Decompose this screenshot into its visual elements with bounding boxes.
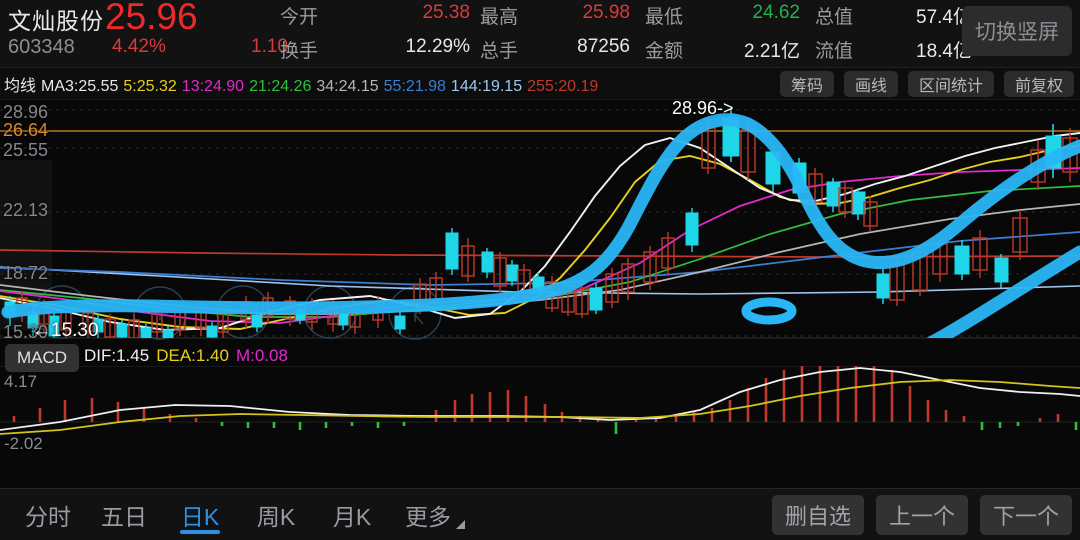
stat-label-open: 今开 — [280, 7, 319, 28]
action-buttons: 删自选 上一个 下一个 — [772, 495, 1072, 535]
stat-label-amount: 金额 — [645, 41, 684, 62]
stat-value-high: 25.98 — [582, 2, 630, 23]
period-tabs: 分时 五日 日K 周K 月K 更多 — [10, 489, 466, 540]
stat-label-low: 最低 — [645, 7, 684, 28]
price-axis-label-ref: 26.64 — [3, 120, 49, 140]
macd-dea-value: DEA:1.40 — [156, 346, 229, 365]
tab-intraday-label: 分时 — [25, 504, 71, 530]
low-annotation: ←15.30 — [32, 320, 99, 341]
last-price: 25.96 — [105, 0, 198, 37]
ma-entry-ma34: 34:24.15 — [316, 78, 379, 95]
tab-more-label: 更多 — [405, 504, 451, 530]
ma-entry-ma144: 144:19.15 — [450, 78, 523, 95]
macd-pane — [0, 366, 1080, 435]
tab-monthly-k-label: 月K — [332, 504, 372, 530]
tab-monthly-k[interactable]: 月K — [314, 489, 390, 540]
stat-value-amount: 2.21亿 — [744, 41, 800, 62]
tab-daily-k-label: 日K — [180, 504, 220, 530]
peak-annotation: 28.96-> — [672, 100, 734, 118]
triangle-corner-icon — [456, 520, 465, 529]
macd-min-label: -2.02 — [4, 434, 43, 453]
price-axis-label-low2: 18.72 — [3, 263, 49, 283]
chart-tool-buttons: 筹码 画线 区间统计 前复权 — [779, 71, 1074, 97]
kline-chart[interactable]: 28.96 26.64 25.55 22.13 18.72 15.30 28.9… — [0, 100, 1080, 490]
stock-name: 文灿股份 — [8, 8, 104, 34]
macd-dif-value: DIF:1.45 — [84, 346, 150, 365]
stat-value-marketcap: 57.4亿 — [916, 7, 972, 28]
ma-bar-title: 均线 — [4, 78, 37, 95]
macd-max-label: 4.17 — [4, 372, 38, 391]
change-value: 1.10 — [251, 36, 288, 57]
stat-label-marketcap: 总值 — [815, 7, 854, 28]
next-stock-button[interactable]: 下一个 — [980, 495, 1072, 535]
quote-header: 文灿股份 603348 25.96 4.42% 1.10 今开 25.38 最高… — [0, 0, 1080, 68]
stat-value-floatcap: 18.4亿 — [916, 41, 972, 62]
change-percent: 4.42% — [112, 36, 166, 57]
tab-weekly-k-label: 周K — [256, 504, 296, 530]
range-stats-button[interactable]: 区间统计 — [907, 71, 994, 97]
ma-entry-ma3: MA3:25.55 — [41, 78, 119, 95]
stat-label-turnover: 换手 — [280, 41, 319, 62]
tab-weekly-k[interactable]: 周K — [238, 489, 314, 540]
stock-chart-app: 文灿股份 603348 25.96 4.42% 1.10 今开 25.38 最高… — [0, 0, 1080, 540]
price-axis-label-ma3: 25.55 — [3, 140, 49, 160]
macd-values: DIF:1.45 DEA:1.40 M:0.08 — [84, 346, 295, 366]
ma-entry-ma255: 255:20.19 — [527, 78, 599, 95]
ma-entry-ma13: 13:24.90 — [181, 78, 245, 95]
stat-label-volume: 总手 — [480, 41, 519, 62]
tab-intraday[interactable]: 分时 — [10, 489, 86, 540]
stock-code: 603348 — [8, 36, 75, 58]
ma-values: 均线 MA3:25.55 5:25.32 13:24.90 21:24.26 34:24.… — [4, 72, 603, 96]
ma-entry-ma21: 21:24.26 — [249, 78, 312, 95]
chips-button[interactable]: 筹码 — [779, 71, 834, 97]
drawn-oval-marker — [741, 297, 797, 325]
hand-drawn-annotation — [1, 113, 1080, 338]
ma-entry-ma55: 55:21.98 — [383, 78, 446, 95]
macd-dif-line — [0, 367, 1080, 431]
price-axis-label-mid: 22.13 — [3, 200, 49, 220]
stat-label-high: 最高 — [480, 7, 519, 28]
previous-stock-button[interactable]: 上一个 — [876, 495, 968, 535]
stat-value-low: 24.62 — [752, 2, 800, 23]
tab-five-day[interactable]: 五日 — [86, 489, 162, 540]
macd-indicator-tag[interactable]: MACD — [5, 344, 80, 372]
stat-label-floatcap: 流值 — [815, 41, 854, 62]
moving-average-bar: 均线 MA3:25.55 5:25.32 13:24.90 21:24.26 34:24.… — [0, 68, 1080, 100]
bottom-navigation: 分时 五日 日K 周K 月K 更多 删自选 上一个 下一个 — [0, 488, 1080, 540]
stat-value-turnover: 12.29% — [405, 36, 470, 57]
stat-value-open: 25.38 — [422, 2, 470, 23]
tab-five-day-label: 五日 — [101, 504, 147, 530]
stat-value-volume: 87256 — [577, 36, 630, 57]
draw-line-button[interactable]: 画线 — [843, 71, 898, 97]
macd-m-value: M:0.08 — [235, 346, 288, 365]
adjust-price-button[interactable]: 前复权 — [1003, 71, 1074, 97]
tab-more[interactable]: 更多 — [390, 489, 466, 540]
ma-entry-ma5: 5:25.32 — [123, 78, 177, 95]
switch-orientation-button[interactable]: 切换竖屏 — [962, 6, 1072, 56]
tab-daily-k[interactable]: 日K — [162, 489, 238, 540]
remove-watchlist-button[interactable]: 删自选 — [772, 495, 864, 535]
chart-canvas — [0, 108, 1080, 435]
